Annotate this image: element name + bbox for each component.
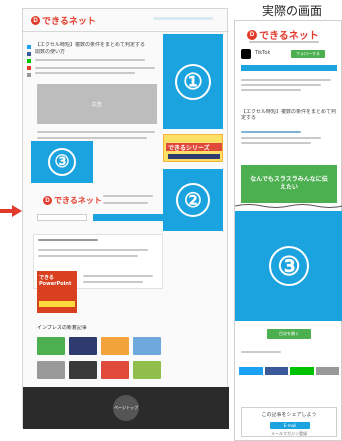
- mobile-block-3-number: ③: [269, 246, 309, 286]
- mobile-wave-divider: [235, 204, 342, 208]
- desktop-ad-block-3[interactable]: ③: [31, 141, 93, 183]
- related-thumb[interactable]: [101, 361, 129, 379]
- related-thumb[interactable]: [101, 337, 129, 355]
- mobile-text-line: [241, 142, 311, 144]
- pp-book-band: [39, 301, 75, 307]
- dekiru-series-label: できるシリーズ: [168, 146, 210, 152]
- email-button[interactable]: E-mail: [270, 422, 310, 429]
- mobile-green-banner[interactable]: なんでもスラスラみんなに伝えたい: [241, 165, 337, 203]
- facebook-icon[interactable]: [27, 52, 31, 56]
- desktop-body-line: [35, 67, 155, 69]
- page-top-button[interactable]: ページトップ: [113, 395, 139, 421]
- mobile-share-box: この記事をシェアしよう E-mail メールマガジン登録: [241, 407, 337, 437]
- related-thumb[interactable]: [69, 361, 97, 379]
- tiktok-icon[interactable]: [241, 49, 251, 59]
- mobile-site-logo[interactable]: D できるネット: [247, 27, 319, 42]
- mobile-share-row: [239, 367, 339, 375]
- mobile-text-line: [241, 89, 301, 91]
- mobile-text-line: [241, 137, 321, 139]
- desktop-footer-logo[interactable]: D できるネット: [43, 195, 102, 206]
- line-share-button[interactable]: [290, 367, 314, 375]
- mobile-logo-mark-icon: D: [247, 29, 257, 40]
- mobile-ad-block-3[interactable]: ③: [235, 211, 342, 321]
- mobile-link-line[interactable]: [241, 131, 301, 133]
- related-thumb[interactable]: [133, 361, 161, 379]
- desktop-article-title-line1: 【エクセル時短】複数の条件をまとめて判定する: [35, 42, 146, 48]
- desktop-body-line: [37, 137, 147, 139]
- desktop-related-heading: インプレスの新着記事: [37, 325, 87, 331]
- mobile-screenshot: D できるネット TikTok フォローする 【エクセル時短】複数の条件をまとめ…: [234, 20, 342, 441]
- tiktok-label: TikTok: [255, 50, 271, 56]
- related-thumb[interactable]: [37, 337, 65, 355]
- twitter-share-button[interactable]: [239, 367, 263, 375]
- series-bar: [168, 154, 220, 159]
- pp-book-text-line: [83, 281, 143, 283]
- related-thumb[interactable]: [37, 361, 65, 379]
- contents-button[interactable]: 目次を開く: [267, 329, 311, 339]
- small-footer-text: メールマガジン登録: [271, 431, 307, 436]
- top-label: 実際の画面: [262, 4, 323, 18]
- mobile-tagline: [249, 41, 319, 43]
- footer-text-line: [103, 195, 153, 197]
- desktop-share-icons: [27, 45, 31, 85]
- related-line: [38, 255, 138, 257]
- mobile-text-line: [241, 351, 281, 353]
- facebook-share-button[interactable]: [264, 367, 288, 375]
- related-heading-line: [38, 239, 98, 241]
- pocket-icon[interactable]: [27, 66, 31, 70]
- desktop-meta-line: [35, 59, 145, 61]
- desktop-ad-placeholder[interactable]: 広告: [37, 84, 157, 124]
- pp-book-cover[interactable]: できる PowerPoint: [37, 271, 77, 313]
- share-text: この記事をシェアしよう: [261, 412, 317, 418]
- mobile-text-line: [241, 84, 321, 86]
- block-1-number: ①: [175, 63, 211, 100]
- desktop-article-title-line2: 関数の使い方: [35, 49, 66, 55]
- copy-icon[interactable]: [27, 73, 31, 77]
- footer-text-line: [103, 202, 148, 204]
- desktop-search-input[interactable]: [37, 214, 87, 221]
- desktop-body-line: [37, 131, 155, 133]
- desktop-body-line: [35, 72, 135, 74]
- follow-button[interactable]: フォローする: [291, 50, 325, 58]
- desktop-ad-block-1[interactable]: ①: [163, 34, 223, 129]
- block-2-number: ②: [176, 183, 210, 217]
- more-share-button[interactable]: [315, 367, 339, 375]
- block-3-number: ③: [48, 148, 76, 176]
- pp-book-text-line: [83, 275, 153, 277]
- mobile-article-title: 【エクセル時短】複数の条件をまとめて判定する: [241, 109, 337, 121]
- desktop-search-button[interactable]: [93, 214, 163, 221]
- line-icon[interactable]: [27, 59, 31, 63]
- dekiru-series-banner[interactable]: できるシリーズ: [163, 134, 223, 162]
- desktop-header-nav[interactable]: [153, 17, 213, 20]
- mobile-text-line: [241, 79, 331, 81]
- desktop-screenshot: D できるネット 【エクセル時短】複数の条件をまとめて判定する 関数の使い方 広…: [22, 8, 229, 429]
- footer-logo-mark-icon: D: [43, 196, 52, 205]
- desktop-ad-block-2[interactable]: ②: [163, 169, 223, 231]
- pp-book-title: できる PowerPoint: [39, 275, 72, 287]
- mobile-search-bar[interactable]: [241, 65, 337, 71]
- logo-mark-icon: D: [31, 16, 40, 25]
- twitter-icon[interactable]: [27, 45, 31, 49]
- related-thumb[interactable]: [133, 337, 161, 355]
- header-divider: [23, 31, 229, 32]
- related-line: [38, 249, 148, 251]
- desktop-site-logo[interactable]: D できるネット: [31, 14, 96, 27]
- related-thumb[interactable]: [69, 337, 97, 355]
- pointer-arrow-icon: [0, 205, 22, 217]
- desktop-footer: ページトップ: [23, 387, 229, 429]
